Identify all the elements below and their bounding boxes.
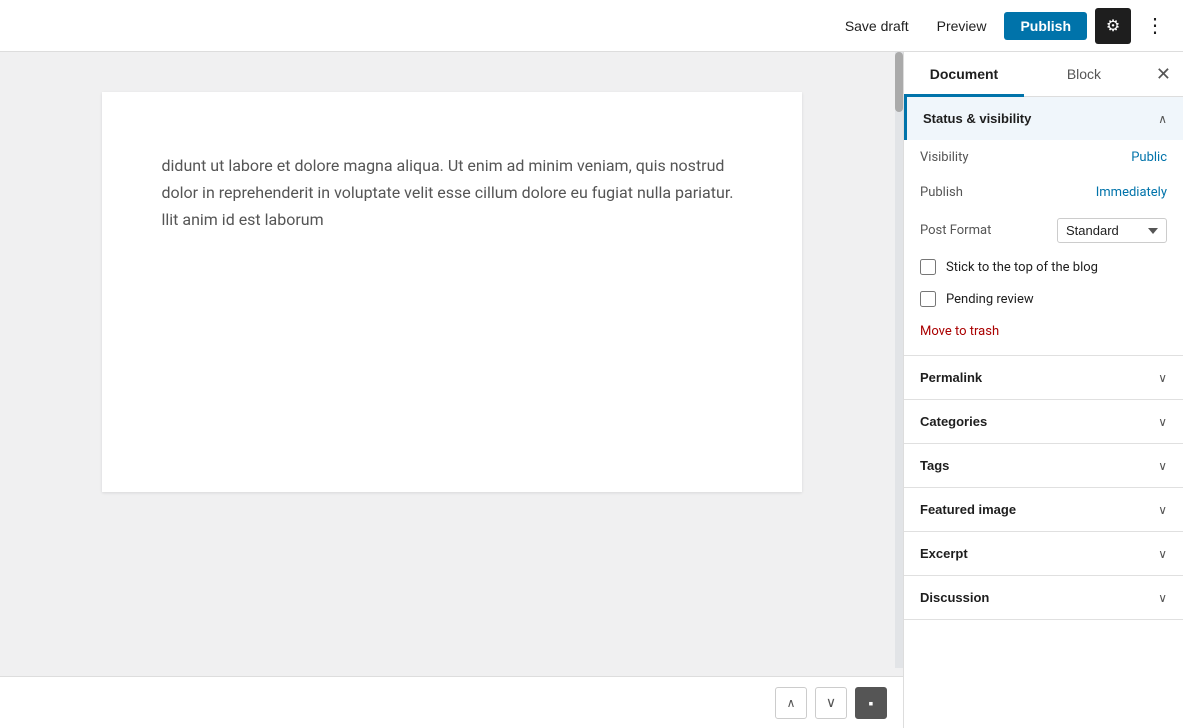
stick-to-top-row: Stick to the top of the blog: [904, 251, 1183, 283]
block-icon: ▪: [869, 695, 874, 711]
post-format-label: Post Format: [920, 223, 991, 238]
close-icon: ✕: [1156, 64, 1171, 85]
section-featured-image-header[interactable]: Featured image ∨: [904, 488, 1183, 531]
section-featured-image-title: Featured image: [920, 502, 1016, 517]
section-status-visibility-title: Status & visibility: [923, 111, 1031, 126]
editor-area: didunt ut labore et dolore magna aliqua.…: [0, 52, 903, 728]
visibility-value[interactable]: Public: [1131, 150, 1167, 165]
section-categories-title: Categories: [920, 414, 987, 429]
post-format-select[interactable]: Standard Aside Chat Gallery Link Image Q…: [1057, 218, 1167, 243]
section-excerpt-title: Excerpt: [920, 546, 968, 561]
section-status-visibility: Status & visibility ∧ Visibility Public …: [904, 97, 1183, 356]
section-discussion-title: Discussion: [920, 590, 989, 605]
settings-icon: ⚙: [1106, 16, 1120, 36]
sidebar-close-button[interactable]: ✕: [1144, 52, 1183, 96]
chevron-down-tags-icon: ∨: [1158, 459, 1167, 473]
sidebar-body: Status & visibility ∧ Visibility Public …: [904, 97, 1183, 728]
section-excerpt-header[interactable]: Excerpt ∨: [904, 532, 1183, 575]
main-layout: didunt ut labore et dolore magna aliqua.…: [0, 52, 1183, 728]
move-to-trash-row: Move to trash: [904, 315, 1183, 343]
editor-line-1: didunt ut labore et dolore magna aliqua.…: [162, 152, 742, 179]
section-categories-header[interactable]: Categories ∨: [904, 400, 1183, 443]
section-excerpt: Excerpt ∨: [904, 532, 1183, 576]
editor-line-3: llit anim id est laborum: [162, 206, 742, 233]
block-nav-button[interactable]: ▪: [855, 687, 887, 719]
chevron-down-permalink-icon: ∨: [1158, 371, 1167, 385]
chevron-down-excerpt-icon: ∨: [1158, 547, 1167, 561]
section-tags-title: Tags: [920, 458, 949, 473]
visibility-row: Visibility Public: [904, 140, 1183, 175]
editor-page[interactable]: didunt ut labore et dolore magna aliqua.…: [102, 92, 802, 492]
publish-row: Publish Immediately: [904, 175, 1183, 210]
more-icon: ⋮: [1145, 15, 1165, 37]
stick-to-top-checkbox[interactable]: [920, 259, 936, 275]
navigate-up-button[interactable]: ∧: [775, 687, 807, 719]
post-format-row: Post Format Standard Aside Chat Gallery …: [904, 210, 1183, 251]
section-discussion-header[interactable]: Discussion ∨: [904, 576, 1183, 619]
save-draft-button[interactable]: Save draft: [835, 12, 919, 40]
tab-block[interactable]: Block: [1024, 52, 1144, 96]
pending-review-label: Pending review: [946, 292, 1034, 307]
editor-bottom-bar: ∧ ∨ ▪: [0, 676, 903, 728]
navigate-down-button[interactable]: ∨: [815, 687, 847, 719]
toolbar: Save draft Preview Publish ⚙ ⋮: [0, 0, 1183, 52]
section-featured-image: Featured image ∨: [904, 488, 1183, 532]
publish-time-value[interactable]: Immediately: [1096, 185, 1167, 200]
editor-content[interactable]: didunt ut labore et dolore magna aliqua.…: [0, 52, 903, 676]
editor-scrollbar[interactable]: [895, 52, 903, 668]
pending-review-checkbox[interactable]: [920, 291, 936, 307]
chevron-down-discussion-icon: ∨: [1158, 591, 1167, 605]
sidebar-tabs: Document Block ✕: [904, 52, 1183, 97]
editor-line-2: dolor in reprehenderit in voluptate veli…: [162, 179, 742, 206]
scrollbar-thumb: [895, 52, 903, 112]
publish-button[interactable]: Publish: [1004, 12, 1087, 40]
stick-to-top-label: Stick to the top of the blog: [946, 260, 1098, 275]
settings-button[interactable]: ⚙: [1095, 8, 1131, 44]
section-permalink-header[interactable]: Permalink ∨: [904, 356, 1183, 399]
chevron-up-icon: ∧: [1158, 112, 1167, 126]
down-icon: ∨: [826, 694, 836, 711]
section-tags-header[interactable]: Tags ∨: [904, 444, 1183, 487]
preview-button[interactable]: Preview: [927, 12, 997, 40]
sidebar: Document Block ✕ Status & visibility ∧ V…: [903, 52, 1183, 728]
section-status-visibility-header[interactable]: Status & visibility ∧: [904, 97, 1183, 140]
section-permalink-title: Permalink: [920, 370, 982, 385]
visibility-label: Visibility: [920, 150, 969, 165]
pending-review-row: Pending review: [904, 283, 1183, 315]
up-icon: ∧: [787, 696, 796, 710]
chevron-down-categories-icon: ∨: [1158, 415, 1167, 429]
more-options-button[interactable]: ⋮: [1139, 9, 1171, 42]
move-to-trash-link[interactable]: Move to trash: [920, 324, 999, 339]
section-permalink: Permalink ∨: [904, 356, 1183, 400]
publish-time-label: Publish: [920, 185, 963, 200]
section-tags: Tags ∨: [904, 444, 1183, 488]
section-discussion: Discussion ∨: [904, 576, 1183, 620]
chevron-down-featured-icon: ∨: [1158, 503, 1167, 517]
section-categories: Categories ∨: [904, 400, 1183, 444]
tab-document[interactable]: Document: [904, 52, 1024, 96]
toolbar-actions: Save draft Preview Publish ⚙ ⋮: [835, 8, 1171, 44]
